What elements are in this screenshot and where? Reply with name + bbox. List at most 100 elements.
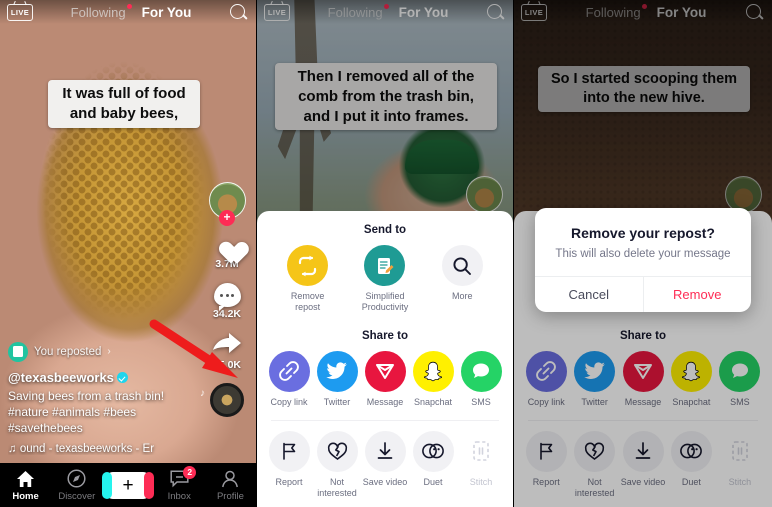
- nav-item-create[interactable]: +: [102, 471, 154, 499]
- panel-confirm-dialog: LIVE Following For You So I started scoo…: [514, 0, 772, 507]
- panel-share-sheet: LIVE Following For You Then I removed al…: [257, 0, 514, 507]
- search-icon: [441, 245, 483, 286]
- nav-item-inbox[interactable]: 2 Inbox: [154, 465, 205, 502]
- share-to-row: Copy link Twitter Message Snapchat SMS: [257, 350, 513, 408]
- sms-button[interactable]: SMS: [457, 350, 505, 408]
- snapchat-button[interactable]: Snapchat: [409, 350, 457, 408]
- twitter-button[interactable]: Twitter: [313, 350, 361, 408]
- tab-for-you[interactable]: For You: [142, 5, 192, 20]
- avatar[interactable]: +: [208, 182, 246, 226]
- header-tabs: Following For You: [33, 3, 229, 20]
- download-icon: [364, 430, 406, 472]
- sheet-divider: [271, 419, 499, 421]
- sound-label: ♫ ound - texasbeeworks - Er: [8, 443, 155, 455]
- verified-badge-icon: [116, 371, 128, 383]
- stitch-icon: [461, 431, 502, 472]
- compass-icon: [51, 469, 102, 489]
- nav-label-profile: Profile: [216, 490, 244, 502]
- copy-link-label: Copy link: [270, 396, 308, 407]
- dialog-remove-button[interactable]: Remove: [642, 277, 752, 312]
- duet-circles-icon: [412, 430, 454, 472]
- duet-label: Duet: [423, 476, 443, 487]
- annotation-arrow-to-share: [149, 319, 238, 378]
- remove-repost-dialog: Remove your repost? This will also delet…: [535, 208, 751, 312]
- nav-label-home: Home: [12, 490, 39, 502]
- author-handle-text: @texasbeeworks: [8, 369, 114, 385]
- sms-bubble-icon: [460, 350, 502, 392]
- music-note-icon: ♪: [200, 388, 205, 399]
- twitter-label: Twitter: [323, 396, 351, 407]
- reposted-label: You reposted: [34, 345, 102, 358]
- top-header: LIVE Following For You: [0, 0, 256, 24]
- actions-row: Report Not interested Save video Duet St…: [257, 430, 513, 500]
- share-to-title: Share to: [361, 329, 408, 342]
- not-interested-button[interactable]: Not interested: [313, 430, 361, 500]
- video-description: Saving bees from a trash bin! #nature #a…: [8, 388, 165, 435]
- dialog-cancel-button[interactable]: Cancel: [535, 277, 643, 312]
- screenshot-stage: LIVE Following For You It was full of fo…: [0, 0, 772, 507]
- tab-following[interactable]: Following: [70, 3, 132, 20]
- report-label: Report: [275, 476, 303, 487]
- like-button[interactable]: 3.7M: [204, 232, 250, 270]
- bottom-nav: Home Discover + 2 Inbox Profile: [0, 463, 256, 507]
- nav-label-inbox: Inbox: [167, 490, 191, 502]
- copy-link-button[interactable]: Copy link: [265, 350, 313, 408]
- person-icon: [205, 469, 256, 489]
- broken-heart-icon: [316, 430, 358, 472]
- nav-item-home[interactable]: Home: [0, 469, 51, 502]
- snapchat-label: Snapchat: [413, 396, 453, 407]
- contact-avatar-icon: [364, 245, 406, 286]
- live-icon[interactable]: LIVE: [7, 3, 33, 21]
- link-icon: [268, 350, 310, 392]
- send-to-contact-label: Simplified Productivity: [361, 291, 409, 313]
- inbox-icon: [154, 469, 205, 489]
- remove-repost-label: Remove repost: [290, 291, 325, 313]
- nav-item-discover[interactable]: Discover: [51, 469, 102, 502]
- stitch-label: Stitch: [469, 476, 493, 487]
- following-notification-dot: [126, 3, 132, 9]
- dialog-actions: Cancel Remove: [535, 276, 751, 312]
- more-label: More: [452, 291, 473, 301]
- plus-glyph: +: [122, 474, 134, 496]
- comment-icon: [213, 283, 241, 311]
- snapchat-ghost-icon: [412, 350, 454, 392]
- comment-count: 34.2K: [212, 308, 242, 320]
- remove-repost-button[interactable]: Remove repost: [280, 245, 336, 314]
- dialog-title: Remove your repost?: [571, 225, 715, 241]
- sound-row[interactable]: ♫ ound - texasbeeworks - Er: [8, 443, 186, 455]
- heart-icon: [214, 232, 241, 257]
- twitter-bird-icon: [316, 350, 358, 392]
- home-icon: [0, 469, 51, 489]
- paper-plane-icon: [364, 350, 406, 392]
- send-to-contact-button[interactable]: Simplified Productivity: [357, 245, 413, 314]
- sound-disc-icon[interactable]: ♪: [200, 383, 244, 417]
- send-to-row: Remove repost Simplified Productivity: [257, 245, 513, 314]
- comment-button[interactable]: 34.2K: [204, 283, 250, 320]
- nav-label-discover: Discover: [58, 490, 96, 502]
- message-button[interactable]: Message: [361, 350, 409, 408]
- dialog-message: This will also delete your message: [555, 248, 731, 260]
- send-to-title: Send to: [363, 224, 407, 236]
- report-button[interactable]: Report: [265, 430, 313, 500]
- search-icon[interactable]: [229, 3, 248, 22]
- tab-following-label: Following: [70, 4, 126, 20]
- panel-feed-video: LIVE Following For You It was full of fo…: [0, 0, 257, 507]
- save-video-button[interactable]: Save video: [361, 430, 409, 500]
- nav-item-profile[interactable]: Profile: [205, 469, 256, 502]
- create-plus-icon[interactable]: +: [102, 471, 154, 499]
- more-button[interactable]: More: [434, 245, 490, 314]
- chevron-right-icon: ›: [107, 346, 111, 358]
- duet-button[interactable]: Duet: [409, 430, 457, 500]
- not-interested-label: Not interested: [317, 476, 357, 498]
- stitch-button[interactable]: Stitch: [457, 431, 505, 500]
- share-sheet: Send to Remove repost: [257, 211, 513, 507]
- inbox-badge: 2: [183, 465, 197, 479]
- follow-plus-button[interactable]: +: [219, 210, 235, 226]
- repost-badge-icon: [8, 341, 28, 362]
- flag-icon: [268, 430, 310, 472]
- repost-icon: [287, 245, 329, 286]
- video-caption-overlay: It was full of food and baby bees,: [48, 80, 200, 128]
- message-label: Message: [366, 396, 404, 407]
- sms-label: SMS: [471, 396, 491, 407]
- save-video-label: Save video: [362, 476, 408, 487]
